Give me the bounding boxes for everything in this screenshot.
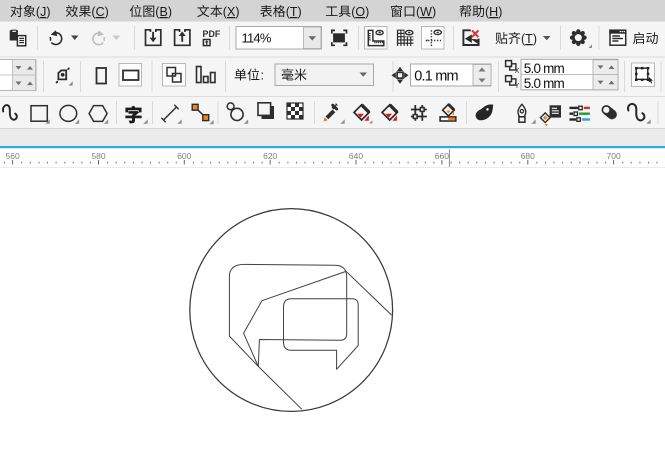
svg-text:(C): (C) <box>91 5 108 19</box>
svg-text:640: 640 <box>349 151 363 161</box>
svg-text:(T): (T) <box>521 32 537 46</box>
svg-text:X: X <box>515 68 520 75</box>
svg-text:(O): (O) <box>351 5 369 19</box>
svg-text:(J): (J) <box>36 5 51 19</box>
svg-text:600: 600 <box>177 151 191 161</box>
svg-text::: : <box>261 69 264 83</box>
svg-text:0.1 mm: 0.1 mm <box>414 69 458 85</box>
svg-text:680: 680 <box>521 151 535 161</box>
svg-text:114%: 114% <box>242 30 272 45</box>
svg-text:580: 580 <box>91 151 105 161</box>
svg-text:560: 560 <box>6 151 20 161</box>
svg-text:660: 660 <box>435 151 449 161</box>
svg-text:(H): (H) <box>485 5 502 19</box>
svg-text:5.0 mm: 5.0 mm <box>524 61 565 76</box>
svg-text:700: 700 <box>607 151 621 161</box>
svg-text:5.0 mm: 5.0 mm <box>524 76 565 91</box>
svg-text:Y: Y <box>515 83 520 90</box>
svg-text:PDF: PDF <box>203 29 221 39</box>
svg-text:620: 620 <box>263 151 277 161</box>
svg-text:(B): (B) <box>155 5 172 19</box>
svg-text:(T): (T) <box>286 5 302 19</box>
svg-text:(W): (W) <box>416 5 436 19</box>
svg-text:(X): (X) <box>223 5 240 19</box>
